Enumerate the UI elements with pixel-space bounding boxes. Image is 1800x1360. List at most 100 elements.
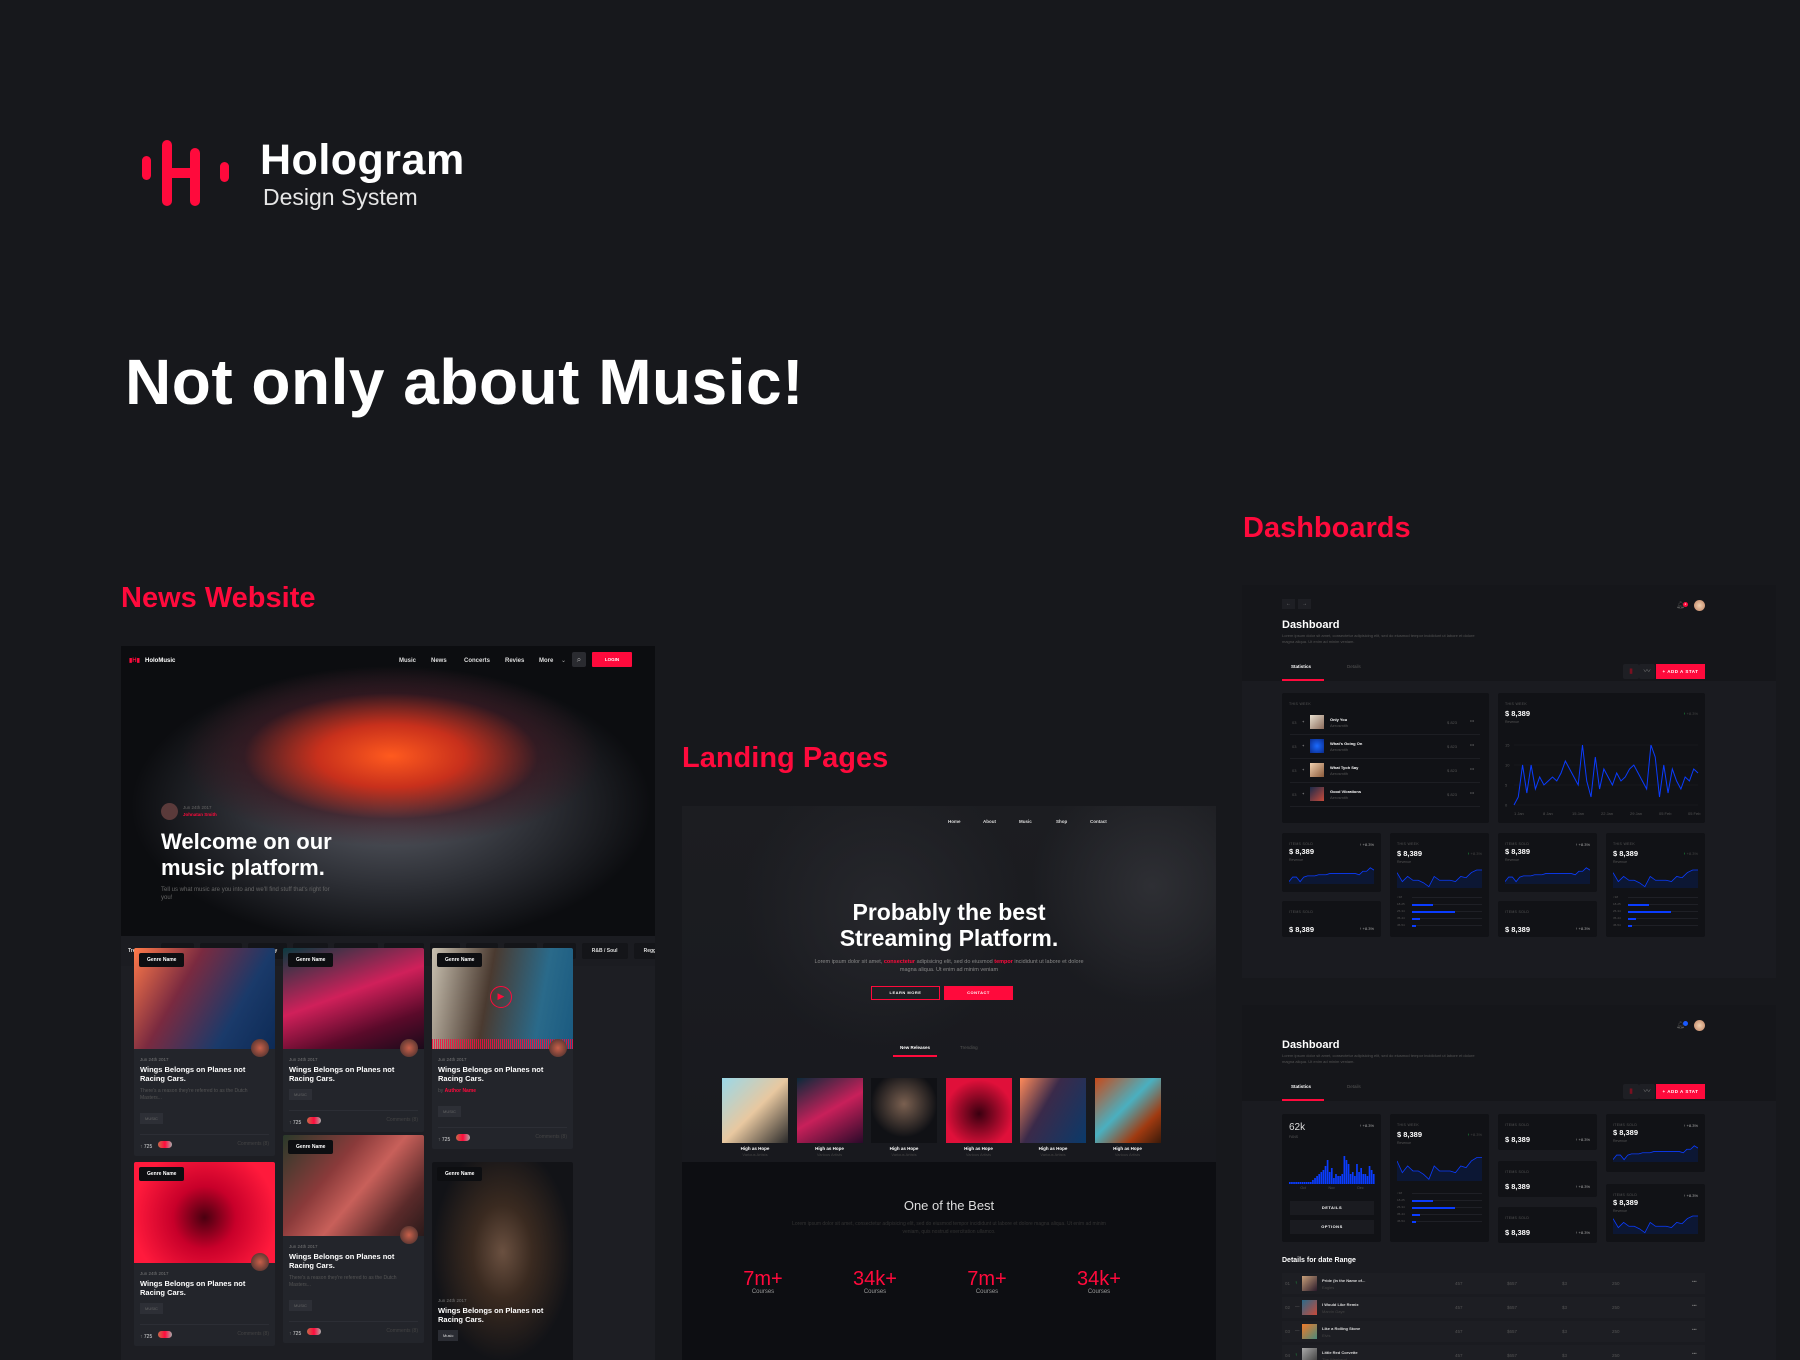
genre-chip[interactable]: R&B / Soul: [581, 943, 628, 959]
search-icon[interactable]: ⌕: [572, 652, 586, 667]
likes[interactable]: ↑ 725: [140, 1331, 173, 1340]
genre-badge[interactable]: Genre Name: [288, 953, 334, 967]
tab-details[interactable]: Details: [1347, 664, 1361, 669]
release-title[interactable]: High as Hope: [871, 1146, 937, 1151]
track-row[interactable]: 03 + What's Going On Aerosmith $ 823 •••: [1290, 735, 1480, 759]
trend-line-icon[interactable]: 〰: [1639, 664, 1655, 679]
card-image[interactable]: Genre Name: [283, 948, 424, 1057]
comments-link[interactable]: Comments (8): [386, 1117, 418, 1126]
more-icon[interactable]: •••: [1692, 1303, 1697, 1308]
card-tag[interactable]: MUSIC: [289, 1089, 312, 1100]
nav-concerts[interactable]: Concerts: [464, 658, 490, 664]
card-image[interactable]: Genre Name: [134, 948, 275, 1057]
more-icon[interactable]: •••: [1692, 1279, 1697, 1284]
genre-badge[interactable]: Genre Name: [437, 953, 483, 967]
news-card[interactable]: Genre Name Jun 24th 2017 Wings Belongs on …: [134, 948, 275, 1156]
more-icon[interactable]: •••: [1692, 1351, 1697, 1356]
track-row[interactable]: 03 + Good Vibrations Aerosmith $ 823 •••: [1290, 783, 1480, 807]
card-image[interactable]: Genre Name ▶: [432, 948, 573, 1057]
bar-chart-icon[interactable]: ▮: [1623, 1084, 1639, 1099]
author-link[interactable]: Author Name: [445, 1088, 476, 1094]
plus-icon[interactable]: +: [1302, 791, 1304, 796]
card-tag[interactable]: MUSIC: [140, 1303, 163, 1314]
nav-shop[interactable]: Shop: [1056, 819, 1067, 824]
plus-icon[interactable]: +: [1302, 719, 1304, 724]
release-cover[interactable]: [871, 1078, 937, 1143]
more-icon[interactable]: •••: [1470, 718, 1474, 723]
bar-chart-icon[interactable]: ▮: [1623, 664, 1639, 679]
genre-badge[interactable]: Genre Name: [288, 1140, 334, 1154]
nav-contact[interactable]: Contact: [1090, 819, 1107, 824]
options-button[interactable]: OPTIONS: [1290, 1220, 1374, 1234]
nav-revies[interactable]: Revies: [505, 658, 524, 664]
nav-home[interactable]: Home: [948, 819, 961, 824]
card-image[interactable]: Genre Name: [134, 1162, 275, 1271]
likes[interactable]: ↑ 725: [140, 1141, 173, 1150]
site-logo[interactable]: HoloMusic: [145, 658, 175, 664]
track-row[interactable]: 03 + What Tyoh Say Aerosmith $ 823 •••: [1290, 759, 1480, 783]
genre-badge[interactable]: Genre Name: [139, 953, 185, 967]
release-cover[interactable]: [796, 1078, 863, 1143]
release-cover[interactable]: [722, 1078, 788, 1143]
more-icon[interactable]: •••: [1470, 790, 1474, 795]
table-row[interactable]: 03 — Like a Rolling Stone Elvis 457 $657 $3 250…: [1282, 1321, 1705, 1342]
news-card[interactable]: Genre Name Jun 24th 2017 Wings Belongs on …: [283, 1135, 424, 1343]
track-title[interactable]: Only You: [1330, 717, 1347, 722]
plus-icon[interactable]: +: [1302, 743, 1304, 748]
card-title[interactable]: Wings Belongs on Planes not Racing Cars.: [289, 1252, 418, 1270]
card-tag[interactable]: MUSIC: [289, 1300, 312, 1311]
hero-author[interactable]: Johnatan Smith: [183, 812, 217, 817]
release-title[interactable]: High as Hope: [946, 1146, 1012, 1151]
row-title[interactable]: I Would Like Remix: [1322, 1302, 1359, 1307]
news-card[interactable]: Genre Name Jun 24th 2017 Wings Belongs on …: [283, 948, 424, 1132]
tab-statistics[interactable]: Statistics: [1291, 664, 1311, 669]
tab-details[interactable]: Details: [1347, 1084, 1361, 1089]
forward-arrow-icon[interactable]: →: [1298, 599, 1311, 609]
release-title[interactable]: High as Hope: [1095, 1146, 1161, 1151]
release-cover[interactable]: [1020, 1078, 1086, 1143]
tab-statistics[interactable]: Statistics: [1291, 1084, 1311, 1089]
trend-line-icon[interactable]: 〰: [1639, 1084, 1655, 1099]
news-card[interactable]: Genre Name ▶ Jun 24th 2017 Wings Belongs on…: [432, 948, 573, 1149]
details-button[interactable]: DETAILS: [1290, 1201, 1374, 1215]
comments-link[interactable]: Comments (8): [237, 1331, 269, 1340]
more-icon[interactable]: •••: [1692, 1327, 1697, 1332]
track-title[interactable]: What Tyoh Say: [1330, 765, 1358, 770]
release-title[interactable]: High as Hope: [722, 1146, 788, 1151]
track-title[interactable]: Good Vibrations: [1330, 789, 1361, 794]
card-title[interactable]: Wings Belongs on Planes not Racing Cars.: [289, 1065, 418, 1083]
more-icon[interactable]: •••: [1470, 766, 1474, 771]
nav-music[interactable]: Music: [399, 658, 416, 664]
user-avatar[interactable]: [1694, 1020, 1705, 1031]
learn-more-button[interactable]: LEARN MORE: [871, 986, 940, 1000]
release-title[interactable]: High as Hope: [797, 1146, 863, 1151]
row-title[interactable]: Pride (In the Name of...: [1322, 1278, 1365, 1283]
news-card[interactable]: Genre Name Jun 24th 2017 Wings Belongs on …: [134, 1162, 275, 1346]
nav-news[interactable]: News: [431, 658, 447, 664]
card-title[interactable]: Wings Belongs on Planes not Racing Cars.: [438, 1065, 567, 1083]
tab-trending[interactable]: Trending: [960, 1045, 978, 1050]
comments-link[interactable]: Comments (8): [535, 1134, 567, 1143]
comments-link[interactable]: Comments (8): [237, 1141, 269, 1150]
nav-more[interactable]: More: [539, 658, 553, 664]
comments-link[interactable]: Comments (8): [386, 1328, 418, 1337]
card-title[interactable]: Wings Belongs on Planes not Racing Cars.: [438, 1306, 567, 1324]
login-button[interactable]: LOGIN: [592, 652, 632, 667]
tab-new-releases[interactable]: New Releases: [900, 1045, 930, 1050]
track-title[interactable]: What's Going On: [1330, 741, 1362, 746]
release-cover[interactable]: [945, 1078, 1012, 1143]
genre-chip[interactable]: Reggae /: [633, 943, 655, 959]
likes[interactable]: ↑ 725: [289, 1328, 322, 1337]
release-cover[interactable]: [1094, 1078, 1161, 1143]
release-title[interactable]: High as Hope: [1020, 1146, 1086, 1151]
row-title[interactable]: Like a Rolling Stone: [1322, 1326, 1360, 1331]
more-icon[interactable]: •••: [1470, 742, 1474, 747]
card-tag[interactable]: Music: [438, 1330, 459, 1341]
plus-icon[interactable]: +: [1302, 767, 1304, 772]
nav-about[interactable]: About: [983, 819, 996, 824]
play-icon[interactable]: ▶: [490, 986, 512, 1008]
card-tag[interactable]: MUSIC: [140, 1113, 163, 1124]
news-card[interactable]: Genre Name Jun 24th 2017 Wings Belongs on …: [432, 1162, 573, 1360]
nav-music[interactable]: Music: [1019, 819, 1032, 824]
add-stat-button[interactable]: + ADD A STAT: [1656, 1084, 1705, 1099]
